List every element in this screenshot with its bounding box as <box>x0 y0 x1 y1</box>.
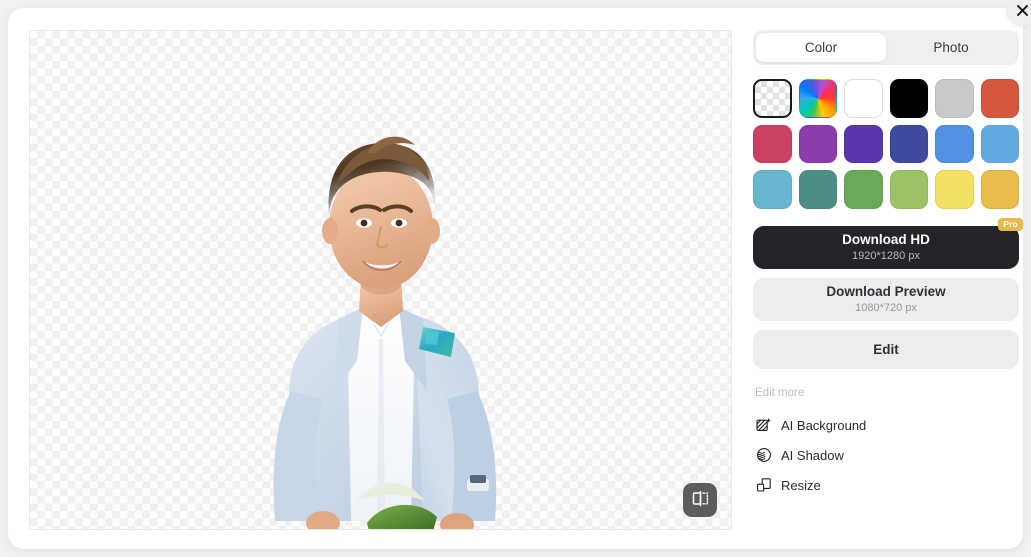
swatch-black[interactable] <box>889 79 928 118</box>
download-preview-subtitle: 1080*720 px <box>855 302 917 314</box>
ai-background-icon <box>755 417 772 434</box>
download-hd-button[interactable]: Download HD 1920*1280 px Pro <box>753 218 1023 269</box>
edit-button[interactable]: Edit <box>753 330 1019 369</box>
swatch-white[interactable] <box>844 79 883 118</box>
swatch-light-gray[interactable] <box>935 79 974 118</box>
swatch-green[interactable] <box>844 170 883 209</box>
swatch-cyan[interactable] <box>753 170 792 209</box>
edit-more-ai-shadow-label: AI Shadow <box>781 447 844 463</box>
edit-more-resize-label: Resize <box>781 477 821 493</box>
edit-more-ai-shadow[interactable]: AI Shadow <box>753 440 1019 470</box>
before-after-compare-button[interactable] <box>683 483 717 517</box>
subject-cutout-image <box>273 136 496 529</box>
swatch-teal[interactable] <box>798 170 837 209</box>
swatch-blue[interactable] <box>935 124 974 163</box>
swatch-transparent[interactable] <box>753 79 792 118</box>
edit-more-resize[interactable]: Resize <box>753 470 1019 500</box>
edit-more-ai-background[interactable]: AI Background <box>753 410 1019 440</box>
edit-more-heading: Edit more <box>755 387 805 399</box>
close-button[interactable] <box>1006 0 1031 26</box>
swatch-crimson[interactable] <box>753 124 792 163</box>
ai-shadow-icon <box>755 447 772 464</box>
swatch-purple[interactable] <box>798 124 837 163</box>
color-swatch-grid <box>753 79 1019 212</box>
swatch-yellow[interactable] <box>935 170 974 209</box>
swatch-amber[interactable] <box>980 170 1019 209</box>
resize-icon <box>755 477 772 494</box>
tab-photo[interactable]: Photo <box>886 33 1016 62</box>
before-after-compare-icon <box>692 490 709 510</box>
swatch-light-green[interactable] <box>889 170 928 209</box>
download-preview-button[interactable]: Download Preview 1080*720 px <box>753 278 1019 321</box>
image-editor-modal: Color Photo Download HD 1920*1280 px Pro… <box>8 0 1031 549</box>
color-swatch-area[interactable] <box>753 79 1019 212</box>
close-icon <box>1016 4 1028 16</box>
options-panel: Color Photo Download HD 1920*1280 px Pro… <box>753 30 1023 530</box>
swatch-violet[interactable] <box>844 124 883 163</box>
swatch-brick-red[interactable] <box>980 79 1019 118</box>
image-preview-canvas[interactable] <box>29 30 732 530</box>
edit-button-label: Edit <box>873 342 899 357</box>
tab-color[interactable]: Color <box>756 33 886 62</box>
edit-more-ai-background-label: AI Background <box>781 417 867 433</box>
pro-badge: Pro <box>998 218 1023 231</box>
swatch-sky-blue[interactable] <box>980 124 1019 163</box>
download-preview-title: Download Preview <box>826 284 946 299</box>
download-hd-subtitle: 1920*1280 px <box>852 250 920 262</box>
swatch-color-picker[interactable] <box>798 79 837 118</box>
download-hd-title: Download HD <box>842 232 930 247</box>
swatch-indigo[interactable] <box>889 124 928 163</box>
background-type-tabs: Color Photo <box>753 30 1019 65</box>
